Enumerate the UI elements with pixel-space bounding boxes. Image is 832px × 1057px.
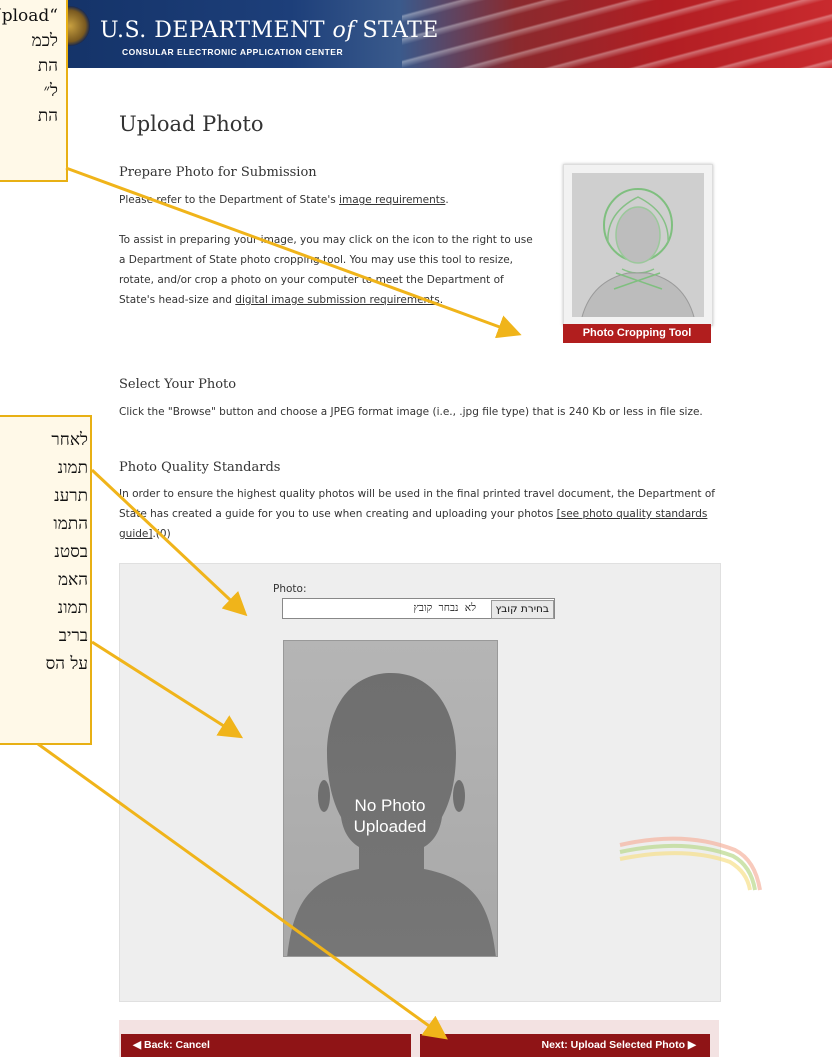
arrow-to-photo (91, 640, 244, 739)
arrow-to-file-input (90, 468, 248, 617)
arrow-to-crop-tool (65, 166, 522, 339)
annotation-arrows (37, 166, 522, 1040)
arrow-to-next-button (37, 742, 448, 1040)
